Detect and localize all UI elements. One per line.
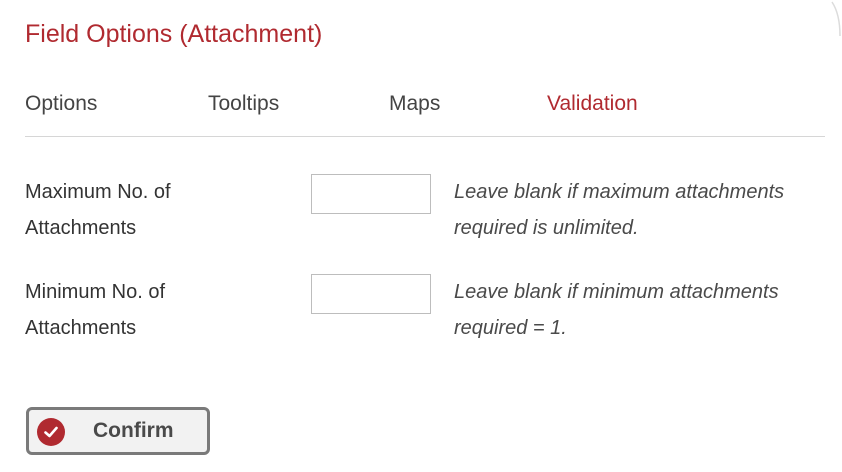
confirm-label: Confirm [93,419,174,442]
tab-maps[interactable]: Maps [389,92,440,116]
max-attachments-input[interactable] [311,174,431,214]
min-attachments-label: Minimum No. of Attachments [25,281,166,339]
window-edge-arc [831,1,841,37]
tab-options[interactable]: Options [25,92,97,116]
tab-tooltips[interactable]: Tooltips [208,92,279,116]
dialog-title: Field Options (Attachment) [25,20,323,48]
confirm-button[interactable]: Confirm [26,407,210,455]
min-attachments-hint: Leave blank if minimum attachments requi… [454,281,779,339]
max-attachments-hint: Leave blank if maximum attachments requi… [454,181,785,239]
max-attachments-label: Maximum No. of Attachments [25,181,171,239]
min-attachments-input[interactable] [311,274,431,314]
check-circle-icon [37,418,65,446]
tab-validation[interactable]: Validation [547,92,638,116]
tab-bar: Options Tooltips Maps Validation [25,92,825,137]
